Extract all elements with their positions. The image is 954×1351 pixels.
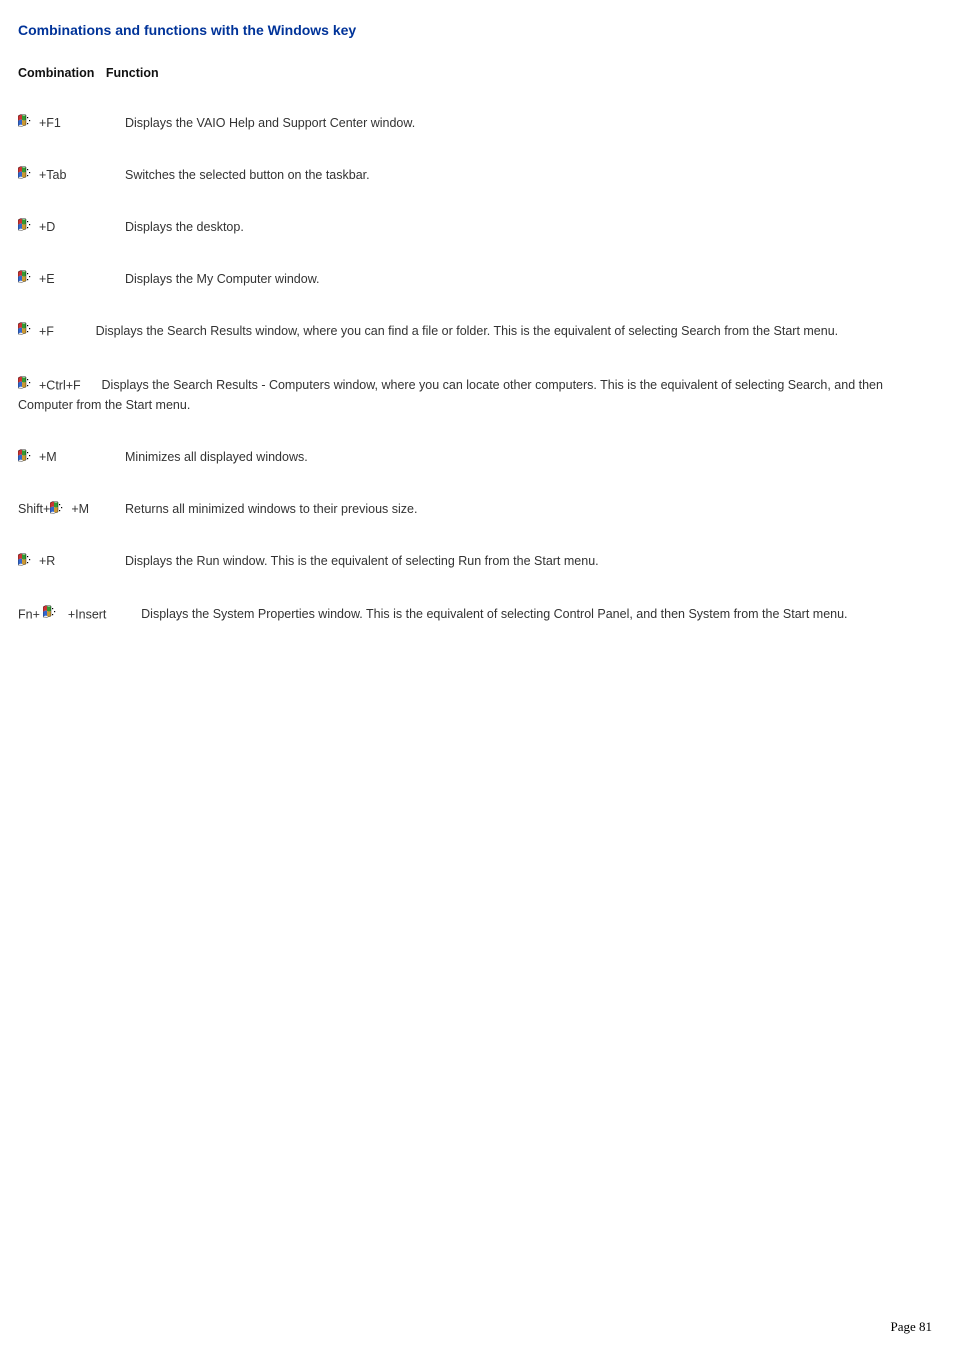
table-row: +Tab Switches the selected button on the… [18, 166, 936, 183]
table-row: +D Displays the desktop. [18, 218, 936, 235]
table-row: +R Displays the Run window. This is the … [18, 553, 936, 570]
windows-logo-icon [18, 270, 36, 287]
page-title: Combinations and functions with the Wind… [18, 22, 936, 38]
combo-text: +D [39, 220, 55, 234]
func-cell: Displays the Run window. This is the equ… [125, 554, 936, 568]
combo-text: +R [39, 554, 55, 568]
combo-text: +Tab [39, 168, 66, 182]
document-page: Combinations and functions with the Wind… [0, 0, 954, 1351]
windows-logo-icon [18, 166, 36, 183]
combo-text: +E [39, 272, 55, 286]
func-cell: Displays the Search Results window, wher… [96, 324, 839, 338]
header-combination: Combination [18, 66, 94, 80]
windows-logo-icon [18, 553, 36, 570]
table-row: +Ctrl+F Displays the Search Results - Co… [18, 376, 936, 413]
combo-cell: +Tab [18, 166, 125, 183]
windows-logo-icon [18, 218, 36, 235]
header-function: Function [106, 66, 159, 80]
func-cell: Displays the desktop. [125, 220, 936, 234]
combo-text: +F1 [39, 116, 61, 130]
windows-logo-icon [50, 501, 68, 518]
page-number: Page 81 [890, 1319, 932, 1335]
func-cell: Displays the VAIO Help and Support Cente… [125, 116, 936, 130]
combo-text: +M [71, 502, 89, 516]
combo-cell: +R [18, 553, 125, 570]
combo-cell: +M [18, 449, 125, 466]
combo-prefix: Fn+ [18, 607, 40, 621]
func-cell: Displays the Search Results - Computers … [18, 378, 883, 411]
func-cell: Displays the System Properties window. T… [141, 607, 847, 621]
windows-logo-icon [18, 322, 36, 341]
combo-text: +Ctrl+F [39, 379, 81, 393]
combo-cell: +E [18, 270, 125, 287]
combo-cell: +F1 [18, 114, 125, 131]
table-row: Fn+ +Insert Displays the System Properti… [18, 605, 936, 624]
table-header: Combination Function [18, 66, 936, 80]
func-cell: Minimizes all displayed windows. [125, 450, 936, 464]
combo-cell: +D [18, 218, 125, 235]
windows-logo-icon [43, 605, 61, 624]
combo-cell: Shift+ +M [18, 501, 125, 518]
windows-logo-icon [18, 376, 36, 395]
func-cell: Displays the My Computer window. [125, 272, 936, 286]
combo-text: +M [39, 450, 57, 464]
func-cell: Switches the selected button on the task… [125, 168, 936, 182]
func-cell: Returns all minimized windows to their p… [125, 502, 936, 516]
windows-logo-icon [18, 449, 36, 466]
combo-text: +F [39, 325, 54, 339]
combo-prefix: Shift+ [18, 502, 50, 516]
table-row: +F Displays the Search Results window, w… [18, 322, 936, 341]
windows-logo-icon [18, 114, 36, 131]
table-row: Shift+ +M Returns all minimized windows … [18, 501, 936, 518]
combo-text: +Insert [64, 607, 106, 621]
table-row: +F1 Displays the VAIO Help and Support C… [18, 114, 936, 131]
table-row: +E Displays the My Computer window. [18, 270, 936, 287]
table-row: +M Minimizes all displayed windows. [18, 449, 936, 466]
